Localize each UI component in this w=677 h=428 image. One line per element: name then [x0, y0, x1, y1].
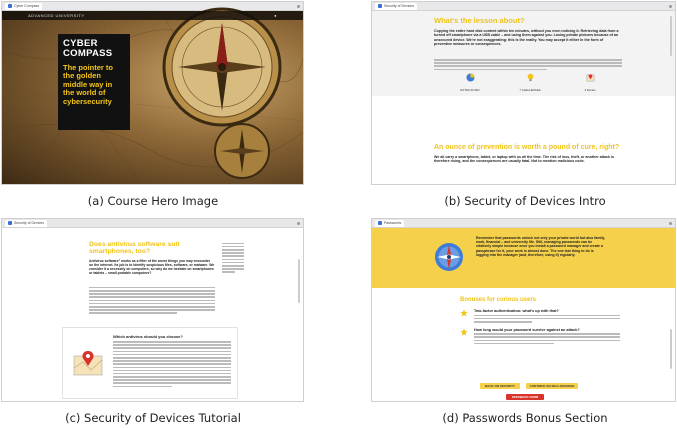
star-icon [460, 327, 468, 336]
feedback-form-button[interactable]: FEEDBACK FORM [506, 394, 544, 400]
prevention-lead: We all carry a smartphone, tablet, or la… [434, 154, 615, 163]
hero-title-line2: COMPASS [63, 48, 113, 59]
menu-icon[interactable] [297, 4, 300, 8]
lightbulb-icon [527, 73, 533, 82]
bonus-item-2fa: Two-factor authentication: what's up wit… [460, 309, 620, 323]
stat-challenges: 7 CHALLENGES [510, 69, 550, 92]
panel-devices-intro: Security of Devices What's the lesson ab… [371, 1, 676, 185]
menu-icon[interactable] [669, 4, 672, 8]
compass-rose-icon [435, 243, 463, 271]
tutorial-body-text [89, 286, 215, 314]
tutorial-heading: Does antivirus software suit smartphones… [89, 241, 180, 256]
browser-tab[interactable]: Cyber Compass [5, 2, 43, 10]
hero-background-map [2, 7, 303, 184]
map-pin-icon [586, 74, 594, 82]
caption-a: (a) Course Hero Image [87, 194, 219, 208]
star-icon [460, 309, 468, 317]
hero-subtitle: The pointer to the golden middle way in … [63, 63, 113, 106]
panel-course-hero: Cyber Compass ADVANCED UNIVERSITY ● CYBE… [1, 1, 304, 185]
login-link-icon[interactable]: ● [274, 13, 277, 18]
caption-b: (b) Security of Devices Intro [444, 194, 606, 208]
bonus-q2: How long would your password survive aga… [474, 327, 580, 332]
browser-tab[interactable]: Passwords [375, 219, 405, 227]
intro-content: What's the lesson about? Copying the ent… [434, 16, 622, 71]
prevention-heading: An ounce of prevention is worth a pound … [434, 144, 620, 151]
stat-challenges-label: 7 CHALLENGES [519, 88, 541, 92]
bonus-item-survive: How long would your password survive aga… [460, 328, 620, 345]
antivirus-choice-card: Which antivirus should you choose? [62, 327, 238, 399]
panel-passwords-bonus: Passwords Remember that passwords unlock… [371, 218, 676, 402]
caption-c: (c) Security of Devices Tutorial [65, 411, 241, 425]
caption-d: (d) Passwords Bonus Section [442, 411, 608, 425]
sidenote [222, 241, 244, 273]
intro-lead: Copying the entire hard disk content wit… [434, 29, 619, 47]
browser-tab[interactable]: Security of Devices [5, 219, 47, 227]
hero-title-box: CYBER COMPASS The pointer to the golden … [58, 34, 130, 130]
pie-clock-icon [465, 73, 475, 82]
compass-icon [162, 7, 282, 127]
browser-chrome: Security of Devices [2, 219, 303, 228]
antivirus-subheading: Which antivirus should you choose? [113, 334, 183, 339]
university-logo[interactable]: ADVANCED UNIVERSITY [28, 13, 85, 18]
site-topbar: ADVANCED UNIVERSITY ● [2, 11, 303, 20]
menu-icon[interactable] [297, 221, 300, 225]
browser-tab[interactable]: Security of Devices [375, 2, 417, 10]
small-compass-icon [214, 123, 270, 179]
scrollbar[interactable] [670, 16, 672, 56]
favicon-icon [378, 4, 382, 8]
back-on-security-button[interactable]: BACK ON SECURITY [480, 383, 520, 389]
stat-stories: 3 Stories [570, 69, 610, 92]
browser-chrome: Security of Devices [372, 2, 675, 11]
map-pin-illustration [73, 351, 103, 376]
favicon-icon [8, 4, 12, 8]
menu-icon[interactable] [669, 221, 672, 225]
scrollbar[interactable] [298, 259, 300, 303]
reminder-banner: Remember that passwords unlock not only … [372, 228, 675, 288]
browser-chrome: Passwords [372, 219, 675, 228]
tutorial-content: Does antivirus software suit smartphones… [89, 241, 215, 314]
prevention-section: An ounce of prevention is worth a pound … [434, 144, 622, 163]
bonus-q1: Two-factor authentication: what's up wit… [474, 309, 559, 313]
intro-stats: EXTRA 30 MIN 7 CHALLENGES 3 Stories [450, 69, 610, 92]
stat-stories-label: 3 Stories [584, 88, 596, 92]
bonus-section: Bonuses for curious users Two-factor aut… [460, 297, 620, 345]
intro-heading: What's the lesson about? [434, 16, 525, 25]
reminder-text: Remember that passwords unlock not only … [476, 236, 606, 257]
favicon-icon [378, 221, 382, 225]
antivirus-choice-content: Which antivirus should you choose? [113, 334, 231, 388]
continue-self-defense-button[interactable]: CONTINUE ON SELF-DEFENSE [526, 383, 578, 389]
stat-time: EXTRA 30 MIN [450, 69, 490, 92]
favicon-icon [8, 221, 12, 225]
bonus-heading: Bonuses for curious users [460, 297, 537, 303]
stat-time-label: EXTRA 30 MIN [460, 88, 480, 92]
scrollbar[interactable] [670, 329, 672, 369]
tutorial-lead: Antivirus software" works as a filter of… [89, 258, 215, 276]
panel-devices-tutorial: Security of Devices Does antivirus softw… [1, 218, 304, 402]
